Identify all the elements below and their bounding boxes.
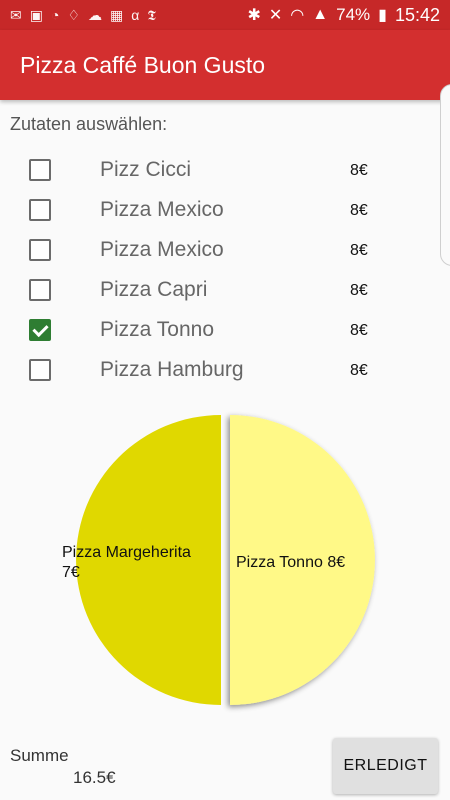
wifi-icon: ◠ (290, 7, 305, 24)
list-item[interactable]: Pizza Hamburg 8€ (0, 350, 450, 390)
item-price: 8€ (350, 242, 368, 259)
battery-icon: ▮ (378, 7, 387, 24)
checkbox[interactable] (29, 199, 51, 221)
sum-label: Summe (10, 746, 69, 765)
bluetooth-icon: ✱ (247, 7, 261, 24)
ingredients-label: Zutaten auswählen: (10, 114, 168, 134)
sum-value: 16.5€ (73, 768, 116, 787)
nyt-icon: 𝕿 (147, 6, 156, 23)
mail-icon: ✉ (10, 6, 22, 23)
battery-percent: 74% (336, 5, 371, 24)
footer: Summe 16.5€ ERLEDIGT (0, 730, 450, 800)
list-item[interactable]: Pizza Mexico 8€ (0, 230, 450, 270)
list-item[interactable]: Pizza Capri 8€ (0, 270, 450, 310)
item-price: 8€ (350, 202, 368, 219)
checkbox[interactable] (29, 279, 51, 301)
checkbox[interactable] (29, 159, 51, 181)
airbnb-icon: ♢ (67, 6, 80, 23)
item-name: Pizza Mexico (100, 198, 224, 221)
item-price: 8€ (350, 162, 368, 179)
image-icon: ▦ (110, 6, 124, 23)
signal-icon: ▲ (312, 6, 329, 23)
status-bar: ✉ ▣ ◔ ♢ ☁ ▦ α 𝕿 ✱ ✕ ◠ ▲ 74% ▮ 15:42 (0, 0, 450, 30)
list-item[interactable]: Pizza Tonno 8€ (0, 310, 450, 350)
chat-icon: ☁ (88, 6, 102, 23)
pizza-list: Pizz Cicci 8€ Pizza Mexico 8€ Pizza Mexi… (0, 150, 450, 390)
system-status: ✱ ✕ ◠ ▲ 74% ▮ 15:42 (247, 5, 440, 26)
photo-icon: ▣ (29, 6, 43, 23)
item-name: Pizza Tonno (100, 318, 215, 341)
list-item[interactable]: Pizz Cicci 8€ (0, 150, 450, 190)
list-item[interactable]: Pizza Mexico 8€ (0, 190, 450, 230)
item-price: 8€ (350, 282, 368, 299)
item-name: Pizza Mexico (100, 238, 224, 261)
alpha-icon: α (131, 7, 140, 23)
checkbox[interactable] (29, 239, 51, 261)
item-price: 8€ (350, 322, 368, 339)
mute-icon: ✕ (268, 7, 283, 24)
whatsapp-icon: ◔ (50, 7, 60, 23)
checkbox[interactable] (29, 359, 51, 381)
item-name: Pizza Capri (100, 278, 208, 301)
pie-chart[interactable]: Pizza Margeherita 7€ Pizza Tonno 8€ (0, 400, 450, 720)
item-name: Pizz Cicci (100, 158, 192, 181)
checkbox-checked[interactable] (29, 319, 51, 341)
pie-slice-label: Pizza Tonno 8€ (236, 554, 345, 571)
item-name: Pizza Hamburg (100, 358, 244, 381)
item-price: 8€ (350, 362, 368, 379)
notification-icons: ✉ ▣ ◔ ♢ ☁ ▦ α 𝕿 (10, 7, 156, 24)
clock: 15:42 (394, 4, 440, 25)
pie-chart-svg: Pizza Margeherita 7€Pizza Tonno 8€ (62, 415, 375, 705)
done-button[interactable]: ERLEDIGT (333, 738, 438, 794)
app-bar: Pizza Caffé Buon Gusto (0, 30, 450, 100)
app-title: Pizza Caffé Buon Gusto (20, 51, 266, 78)
